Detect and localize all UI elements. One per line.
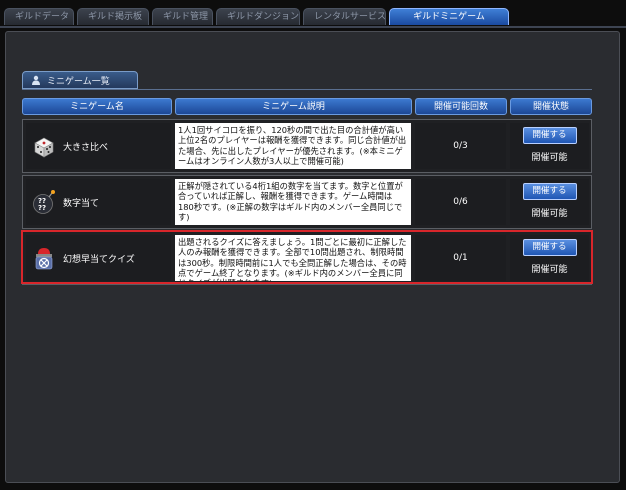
status-cell: 開催する 開催可能 (510, 179, 589, 225)
tab-guild-board[interactable]: ギルド掲示板 (77, 8, 149, 25)
table-row: 大きさ比べ 1人1回サイコロを振り、120秒の間で出た目の合計値が高い上位2名の… (22, 119, 592, 173)
status-cell: 開催する 開催可能 (510, 235, 589, 281)
header-game-description: ミニゲーム説明 (175, 98, 412, 115)
status-text: 開催可能 (531, 209, 568, 219)
tab-guild-data[interactable]: ギルドデータ (4, 8, 74, 25)
available-count: 0/3 (415, 123, 506, 169)
section-title: ミニゲーム一覧 (47, 76, 110, 87)
status-text: 開催可能 (531, 265, 568, 275)
start-game-button[interactable]: 開催する (522, 183, 577, 200)
game-name: 大きさ比べ (63, 142, 109, 153)
available-count: 0/6 (415, 179, 506, 225)
game-name-cell: ?? ?? 数字当て (26, 179, 171, 225)
tab-guild-management[interactable]: ギルド管理 (152, 8, 213, 25)
section-divider (22, 89, 592, 90)
start-game-button[interactable]: 開催する (522, 239, 577, 256)
game-description: 正解が隠されている4桁1組の数字を当てます。数字と位置が合っていれば正解し、報酬… (175, 179, 411, 225)
status-cell: 開催する 開催可能 (510, 123, 589, 169)
quiz-buzzer-icon (35, 248, 53, 270)
tab-bar: ギルドデータ ギルド掲示板 ギルド管理 ギルドダンジョン レンタルサービス ギル… (4, 8, 509, 26)
game-name-cell: 大きさ比べ (26, 123, 171, 169)
header-game-name: ミニゲーム名 (22, 98, 172, 115)
game-name: 幻想早当てクイズ (63, 254, 135, 265)
game-description: 1人1回サイコロを振り、120秒の間で出た目の合計値が高い上位2名のプレイヤーは… (175, 123, 411, 169)
tab-rental-service[interactable]: レンタルサービス (303, 8, 386, 25)
section-header: ミニゲーム一覧 (22, 71, 138, 89)
status-text: 開催可能 (531, 153, 568, 163)
game-description: 出題されるクイズに答えましょう。1問ごとに最初に正解した人のみ報酬を獲得できます… (175, 235, 411, 281)
dice-icon (34, 137, 54, 158)
table-row: ?? ?? 数字当て 正解が隠されている4桁1組の数字を当てます。数字と位置が合… (22, 175, 592, 229)
start-game-button[interactable]: 開催する (522, 127, 577, 144)
header-status: 開催状態 (510, 98, 592, 115)
header-available-count: 開催可能回数 (415, 98, 507, 115)
tab-guild-dungeon[interactable]: ギルドダンジョン (216, 8, 300, 25)
number-bomb-icon: ?? ?? (33, 190, 55, 214)
table-row: 幻想早当てクイズ 出題されるクイズに答えましょう。1問ごとに最初に正解した人のみ… (22, 231, 592, 285)
tab-guild-minigame[interactable]: ギルドミニゲーム (389, 8, 509, 25)
available-count: 0/1 (415, 235, 506, 281)
tab-divider (0, 26, 626, 28)
game-name: 数字当て (63, 198, 100, 209)
svg-text:??: ?? (38, 204, 46, 212)
person-icon (32, 75, 40, 85)
game-name-cell: 幻想早当てクイズ (26, 235, 171, 281)
